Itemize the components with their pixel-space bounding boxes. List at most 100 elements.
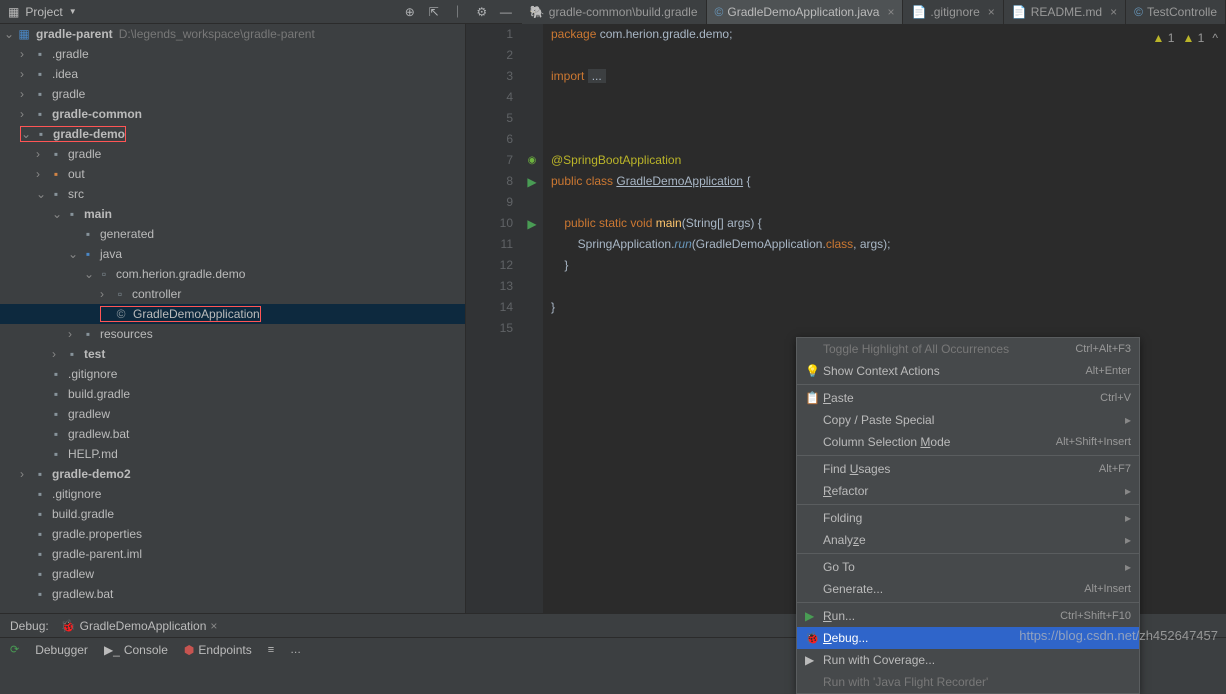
tree-item[interactable]: ›▪gradle [0, 84, 465, 104]
close-icon[interactable]: × [210, 619, 217, 633]
project-dropdown[interactable]: ▦ Project ▼ [0, 5, 85, 19]
restart-icon[interactable]: ⟳ [10, 643, 19, 656]
tree-node-icon: ▪ [48, 367, 64, 381]
menu-item[interactable]: Generate...Alt+Insert [797, 578, 1139, 600]
run-gutter-icon[interactable]: ▶ [527, 217, 536, 231]
tab-gradledemoapplication[interactable]: © GradleDemoApplication.java × [707, 0, 904, 24]
tree-item[interactable]: ⌄▪java [0, 244, 465, 264]
tree-node-label: resources [100, 327, 153, 341]
tree-node-icon: ▪ [32, 547, 48, 561]
chevron-icon[interactable]: ⌄ [21, 127, 33, 141]
spring-icon[interactable]: ◉ [528, 155, 537, 166]
tree-node-icon: ▪ [80, 227, 96, 241]
chevron-icon[interactable]: ⌄ [84, 267, 96, 281]
tree-item[interactable]: ⌄▪gradle-demo [0, 124, 465, 144]
tree-node-label: gradle-demo2 [52, 467, 131, 481]
more-icon[interactable]: … [290, 644, 301, 656]
menu-item[interactable]: Analyze▸ [797, 529, 1139, 551]
tree-item[interactable]: ▪HELP.md [0, 444, 465, 464]
tree-node-label: HELP.md [68, 447, 118, 461]
endpoints-tab[interactable]: ⬢Endpoints [184, 643, 252, 657]
tree-node-icon: ▪ [32, 487, 48, 501]
chevron-icon[interactable]: ⌄ [68, 247, 80, 261]
tree-item[interactable]: ›▫controller [0, 284, 465, 304]
menu-item[interactable]: Copy / Paste Special▸ [797, 409, 1139, 431]
chevron-icon[interactable]: › [52, 347, 64, 361]
debug-config[interactable]: 🐞 GradleDemoApplication × [61, 619, 218, 633]
settings-icon[interactable]: ⚙ [474, 4, 490, 20]
tree-item[interactable]: ›▪.idea [0, 64, 465, 84]
target-icon[interactable]: ⊕ [402, 4, 418, 20]
tree-item[interactable]: ▪.gitignore [0, 484, 465, 504]
chevron-icon[interactable]: ⌄ [36, 187, 48, 201]
tree-item[interactable]: ▪gradlew.bat [0, 424, 465, 444]
tree-item[interactable]: ▪gradlew [0, 404, 465, 424]
collapse-icon[interactable]: ｜ [450, 4, 466, 20]
submenu-arrow-icon: ▸ [1125, 533, 1131, 547]
tree-item[interactable]: ›▪resources [0, 324, 465, 344]
close-icon[interactable]: × [883, 5, 894, 19]
tab-readme[interactable]: 📄 README.md × [1004, 0, 1126, 24]
tree-root[interactable]: ⌄ ▦ gradle-parent D:\legends_workspace\g… [0, 24, 465, 44]
tree-item[interactable]: ▪gradlew.bat [0, 584, 465, 604]
tab-gitignore[interactable]: 📄 .gitignore × [903, 0, 1003, 24]
chevron-icon[interactable]: › [20, 87, 32, 101]
tree-node-label: build.gradle [68, 387, 130, 401]
tree-item[interactable]: ▪gradle.properties [0, 524, 465, 544]
menu-item[interactable]: ▶Run with Coverage... [797, 649, 1139, 671]
tree-item[interactable]: ›▪.gradle [0, 44, 465, 64]
menu-item[interactable]: Go To▸ [797, 556, 1139, 578]
menu-item[interactable]: Refactor▸ [797, 480, 1139, 502]
chevron-icon[interactable]: ⌄ [52, 207, 64, 221]
tree-item[interactable]: ▪ build.gradle [0, 384, 465, 404]
tree-item[interactable]: ›▪test [0, 344, 465, 364]
chevron-icon[interactable]: › [68, 327, 80, 341]
chevron-icon[interactable]: › [20, 107, 32, 121]
chevron-icon[interactable]: › [20, 67, 32, 81]
tree-node-label: gradlew [52, 567, 94, 581]
tree-item[interactable]: ›▪gradle-demo2 [0, 464, 465, 484]
tree-item[interactable]: ›▪gradle-common [0, 104, 465, 124]
tree-node-icon: ▪ [33, 127, 49, 141]
tree-item[interactable]: ©GradleDemoApplication [0, 304, 465, 324]
tree-node-label: gradle-common [52, 107, 142, 121]
tree-item[interactable]: ▪gradle-parent.iml [0, 544, 465, 564]
tab-testcontroller[interactable]: © TestControlle [1126, 0, 1226, 24]
editor-warnings[interactable]: ▲ 1 ▲ 1 ^ [1153, 28, 1218, 49]
tab-build-gradle[interactable]: 🐘 gradle-common\build.gradle [522, 0, 707, 24]
tree-item[interactable]: ▪gradlew [0, 564, 465, 584]
menu-item[interactable]: 💡Show Context ActionsAlt+Enter [797, 360, 1139, 382]
chevron-down-icon[interactable]: ⌄ [4, 27, 16, 41]
tree-node-icon: ▪ [48, 387, 64, 401]
chevron-icon[interactable]: › [36, 167, 48, 181]
chevron-icon[interactable]: › [36, 147, 48, 161]
chevron-icon[interactable]: › [20, 47, 32, 61]
close-icon[interactable]: × [984, 5, 995, 19]
console-tab[interactable]: ▶_Console [104, 643, 168, 657]
tree-item[interactable]: ⌄▪main [0, 204, 465, 224]
menu-shortcut: Ctrl+V [1100, 392, 1131, 404]
menu-item[interactable]: 📋PasteCtrl+V [797, 387, 1139, 409]
tree-item[interactable]: ›▪gradle [0, 144, 465, 164]
expand-icon[interactable]: ⇱ [426, 4, 442, 20]
chevron-icon[interactable]: › [20, 467, 32, 481]
hide-icon[interactable]: — [498, 4, 514, 20]
tree-item[interactable]: ▪generated [0, 224, 465, 244]
tree-node-icon: ▫ [96, 267, 112, 281]
menu-item[interactable]: ▶Run...Ctrl+Shift+F10 [797, 605, 1139, 627]
threads-icon[interactable]: ≡ [268, 644, 274, 656]
close-icon[interactable]: × [1106, 5, 1117, 19]
project-tree[interactable]: ⌄ ▦ gradle-parent D:\legends_workspace\g… [0, 24, 466, 613]
chevron-icon[interactable]: › [100, 287, 112, 301]
menu-item[interactable]: Find UsagesAlt+F7 [797, 458, 1139, 480]
menu-item[interactable]: Folding▸ [797, 507, 1139, 529]
tree-item[interactable]: ▪.gitignore [0, 364, 465, 384]
menu-item[interactable]: Column Selection ModeAlt+Shift+Insert [797, 431, 1139, 453]
tree-item[interactable]: ⌄▫com.herion.gradle.demo [0, 264, 465, 284]
run-gutter-icon[interactable]: ▶ [527, 175, 536, 189]
tree-item[interactable]: ▪build.gradle [0, 504, 465, 524]
debugger-tab[interactable]: Debugger [35, 643, 88, 657]
tree-item[interactable]: ›▪out [0, 164, 465, 184]
tree-item[interactable]: ⌄▪src [0, 184, 465, 204]
chevron-icon[interactable]: ^ [1212, 28, 1218, 49]
